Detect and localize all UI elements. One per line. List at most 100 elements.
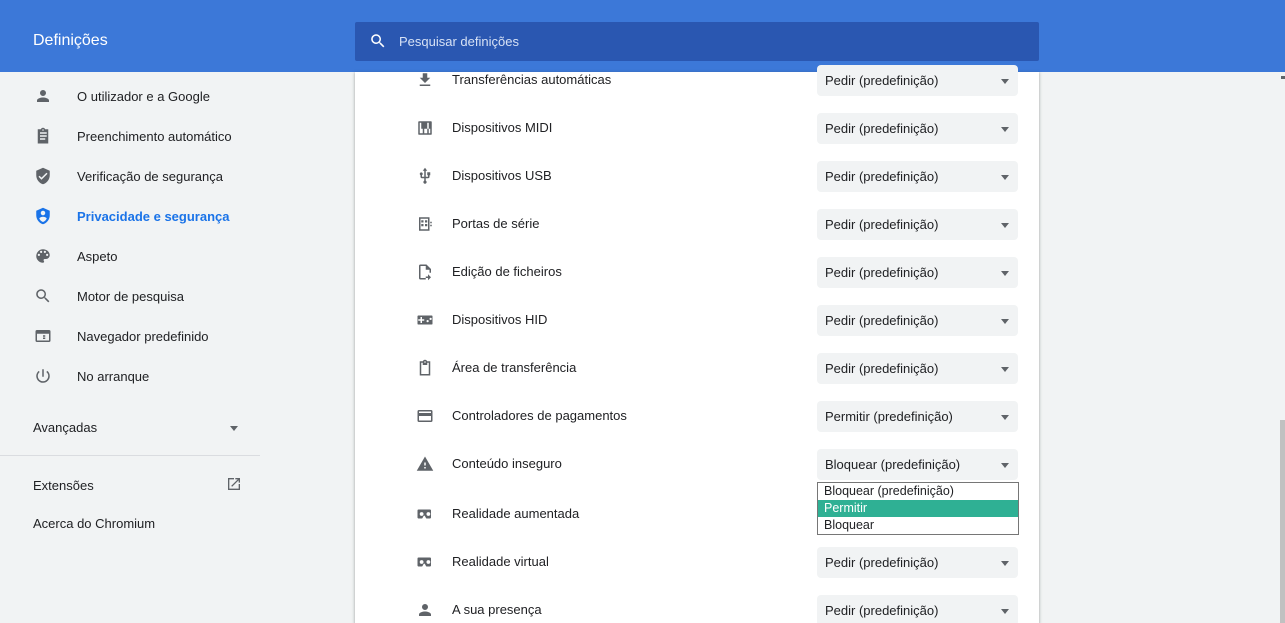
scrollbar-thumb[interactable] — [1280, 420, 1285, 623]
select-value: Pedir (predefinição) — [825, 265, 939, 280]
permission-select[interactable]: Bloquear (predefinição) — [817, 449, 1018, 480]
permission-select[interactable]: Pedir (predefinição) — [817, 209, 1018, 240]
permission-select[interactable]: Pedir (predefinição) — [817, 65, 1018, 96]
permission-select[interactable]: Pedir (predefinição) — [817, 161, 1018, 192]
select-value: Pedir (predefinição) — [825, 361, 939, 376]
sidebar-item-about[interactable]: Acerca do Chromium — [33, 516, 155, 531]
sidebar-item-label: Privacidade e segurança — [77, 209, 230, 224]
permission-row-hid[interactable]: Dispositivos HID Pedir (predefinição) — [355, 296, 1039, 344]
select-value: Pedir (predefinição) — [825, 169, 939, 184]
permission-label: Transferências automáticas — [452, 72, 612, 87]
select-value: Pedir (predefinição) — [825, 217, 939, 232]
browser-window-icon — [35, 330, 51, 342]
privacy-shield-icon — [36, 207, 50, 225]
search-icon — [371, 34, 385, 48]
permission-row-insecure-content[interactable]: Conteúdo inseguro Bloquear (predefinição… — [355, 440, 1039, 488]
chevron-down-icon — [1001, 367, 1009, 372]
permission-row-automatic-downloads[interactable]: Transferências automáticas Pedir (predef… — [355, 56, 1039, 104]
sidebar-item-you-and-google[interactable]: O utilizador e a Google — [0, 77, 262, 117]
permission-row-serial-ports[interactable]: Portas de série Pedir (predefinição) — [355, 200, 1039, 248]
open-in-new-icon — [228, 478, 240, 490]
permission-select[interactable]: Pedir (predefinição) — [817, 595, 1018, 623]
sidebar-item-label: Aspeto — [77, 249, 118, 264]
permission-select[interactable]: Pedir (predefinição) — [817, 547, 1018, 578]
credit-card-icon — [417, 410, 433, 422]
chevron-down-icon — [1001, 561, 1009, 566]
permission-label: Conteúdo inseguro — [452, 456, 562, 471]
chevron-down-icon — [1001, 319, 1009, 324]
chevron-down-icon — [1001, 175, 1009, 180]
permission-label: Portas de série — [452, 216, 540, 231]
permission-label: Dispositivos USB — [452, 168, 552, 183]
permission-label: Área de transferência — [452, 360, 577, 375]
select-value: Pedir (predefinição) — [825, 603, 939, 618]
permission-row-your-presence[interactable]: A sua presença Pedir (predefinição) — [355, 586, 1039, 623]
permission-select[interactable]: Pedir (predefinição) — [817, 113, 1018, 144]
permission-select[interactable]: Pedir (predefinição) — [817, 257, 1018, 288]
permission-row-payment-handlers[interactable]: Controladores de pagamentos Permitir (pr… — [355, 392, 1039, 440]
select-value: Pedir (predefinição) — [825, 313, 939, 328]
permission-label: Dispositivos HID — [452, 312, 548, 327]
sidebar-item-default-browser[interactable]: Navegador predefinido — [0, 317, 262, 357]
permission-row-usb[interactable]: Dispositivos USB Pedir (predefinição) — [355, 152, 1039, 200]
chevron-down-icon — [230, 426, 238, 431]
person-icon — [419, 604, 431, 616]
permission-row-midi[interactable]: Dispositivos MIDI Pedir (predefinição) — [355, 104, 1039, 152]
gamepad-icon — [417, 315, 433, 325]
permission-select[interactable]: Pedir (predefinição) — [817, 305, 1018, 336]
file-edit-icon — [419, 264, 431, 281]
sidebar-item-autofill[interactable]: Preenchimento automático — [0, 117, 262, 157]
permission-row-virtual-reality[interactable]: Realidade virtual Pedir (predefinição) — [355, 538, 1039, 586]
permission-select[interactable]: Permitir (predefinição) — [817, 401, 1018, 432]
extensions-label: Extensões — [33, 478, 94, 493]
permission-select[interactable]: Pedir (predefinição) — [817, 353, 1018, 384]
warning-icon — [416, 456, 434, 471]
insecure-content-dropdown[interactable]: Bloquear (predefinição) Permitir Bloquea… — [817, 482, 1019, 535]
sidebar-item-privacy[interactable]: Privacidade e segurança — [0, 197, 262, 237]
advanced-toggle[interactable]: Avançadas — [0, 408, 262, 448]
vr-headset-icon — [417, 557, 432, 567]
select-value: Pedir (predefinição) — [825, 555, 939, 570]
permission-row-file-editing[interactable]: Edição de ficheiros Pedir (predefinição) — [355, 248, 1039, 296]
chevron-down-icon — [1001, 609, 1009, 614]
scroll-up-arrow[interactable] — [1281, 76, 1285, 79]
site-settings-card: Transferências automáticas Pedir (predef… — [355, 65, 1039, 623]
sidebar-item-on-startup[interactable]: No arranque — [0, 357, 262, 397]
sidebar: O utilizador e a Google Preenchimento au… — [0, 72, 262, 623]
clipboard-icon — [37, 127, 49, 144]
sidebar-item-safety-check[interactable]: Verificação de segurança — [0, 157, 262, 197]
shield-check-icon — [36, 167, 50, 185]
chevron-down-icon — [1001, 415, 1009, 420]
sidebar-item-label: No arranque — [77, 369, 150, 384]
sidebar-item-label: Verificação de segurança — [77, 169, 223, 184]
sidebar-item-search-engine[interactable]: Motor de pesquisa — [0, 277, 262, 317]
permission-row-clipboard[interactable]: Área de transferência Pedir (predefiniçã… — [355, 344, 1039, 392]
sidebar-item-label: Navegador predefinido — [77, 329, 209, 344]
sidebar-item-label: O utilizador e a Google — [77, 89, 210, 104]
select-value: Pedir (predefinição) — [825, 121, 939, 136]
dropdown-option-block[interactable]: Bloquear — [818, 517, 1018, 534]
download-icon — [419, 73, 431, 86]
chevron-down-icon — [1001, 463, 1009, 468]
search-icon — [36, 289, 50, 303]
permission-label: Controladores de pagamentos — [452, 408, 627, 423]
permission-label: Realidade virtual — [452, 554, 549, 569]
permission-label: Realidade aumentada — [452, 506, 580, 521]
sidebar-item-extensions[interactable]: Extensões — [0, 470, 262, 502]
sidebar-item-label: Preenchimento automático — [77, 129, 232, 144]
sidebar-item-label: Motor de pesquisa — [77, 289, 184, 304]
sidebar-divider — [0, 455, 260, 456]
usb-icon — [419, 167, 431, 184]
vr-headset-icon — [417, 509, 432, 519]
permission-label: Edição de ficheiros — [452, 264, 562, 279]
dropdown-option-allow[interactable]: Permitir — [818, 500, 1018, 517]
advanced-label: Avançadas — [33, 420, 98, 435]
sidebar-item-appearance[interactable]: Aspeto — [0, 237, 262, 277]
dropdown-option-block-default[interactable]: Bloquear (predefinição) — [818, 483, 1018, 500]
chevron-down-icon — [1001, 127, 1009, 132]
chevron-down-icon — [1001, 223, 1009, 228]
clipboard-outline-icon — [419, 359, 431, 376]
serial-port-icon — [419, 217, 432, 231]
power-icon — [36, 369, 50, 383]
chevron-down-icon — [1001, 271, 1009, 276]
